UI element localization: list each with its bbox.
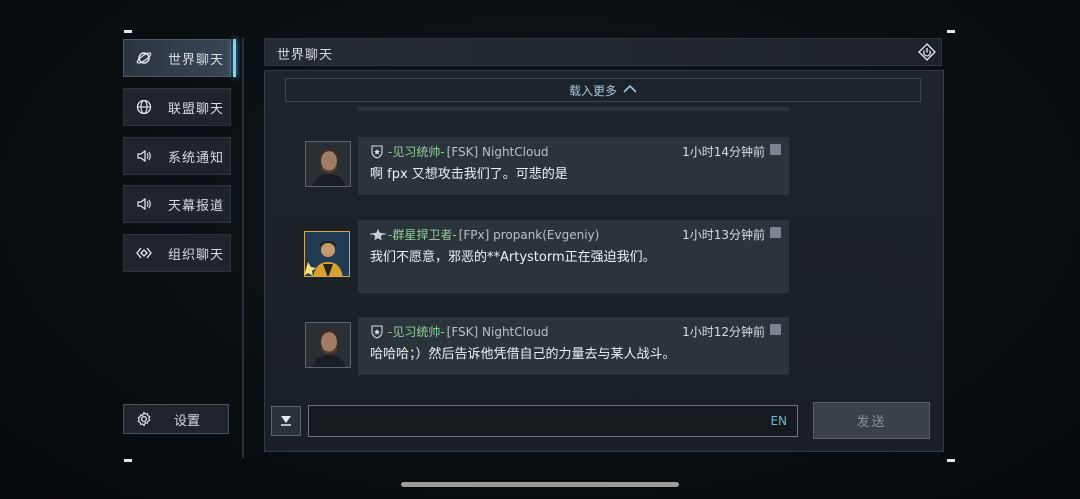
globe-icon: [136, 99, 152, 115]
sidebar-item-world-chat[interactable]: 世界聊天: [123, 39, 236, 77]
message-bubble: -群星捍卫者- [FPx] propank(Evgeniy) 1小时13分钟前 …: [358, 220, 789, 293]
message-sender[interactable]: -见习统帅- [FSK] NightCloud: [370, 143, 549, 160]
send-button[interactable]: 发送: [813, 402, 930, 439]
sender-name: [FSK] NightCloud: [446, 144, 549, 159]
corner-bracket: [124, 459, 132, 462]
avatar[interactable]: [304, 231, 350, 277]
chat-input-field[interactable]: EN: [308, 405, 798, 438]
settings-button[interactable]: 设置: [123, 404, 229, 434]
message-bubble: -见习统帅- [FSK] NightCloud 1小时14分钟前 啊 fpx 又…: [358, 137, 789, 195]
message-time: 1小时13分钟前: [682, 228, 765, 242]
sidebar-item-label: 联盟聊天: [168, 101, 225, 117]
message-sender[interactable]: -见习统帅- [FSK] NightCloud: [370, 323, 549, 340]
translate-icon[interactable]: [770, 324, 781, 335]
sidebar-divider: [242, 38, 244, 458]
message-sender[interactable]: -群星捍卫者- [FPx] propank(Evgeniy): [370, 226, 599, 243]
chevron-up-icon: [623, 83, 637, 97]
avatar[interactable]: [305, 141, 351, 187]
triangle-down-icon: [279, 412, 293, 431]
sender-rank: -见习统帅-: [388, 145, 445, 159]
message-time: 1小时12分钟前: [682, 325, 765, 339]
speaker-icon: [136, 196, 152, 212]
message-text: 哈哈哈；）然后告诉他凭借自己的力量去与某人战斗。: [370, 347, 676, 362]
sender-rank: -群星捍卫者-: [388, 228, 457, 242]
corner-bracket: [947, 459, 955, 462]
speaker-icon: [136, 148, 152, 164]
shield-rank-icon: [370, 144, 384, 159]
sender-name: [FSK] NightCloud: [446, 324, 549, 339]
chat-header: 世界聊天: [264, 38, 942, 66]
planet-icon: [136, 50, 152, 66]
corner-bracket: [124, 30, 132, 33]
sidebar-item-label: 世界聊天: [168, 52, 225, 68]
gear-icon: [136, 411, 152, 427]
sidebar-item-label: 天幕报道: [168, 198, 225, 214]
message-text: 我们不愿意，邪恶的**Artystorm正在强迫我们。: [370, 250, 656, 265]
emoji-dropdown-button[interactable]: [271, 406, 301, 436]
organization-icon: [136, 245, 152, 261]
avatar[interactable]: [305, 322, 351, 368]
sidebar-item-org-chat[interactable]: 组织聊天: [123, 234, 231, 272]
sender-rank: -见习统帅-: [388, 325, 445, 339]
power-icon[interactable]: [917, 42, 937, 62]
message-time: 1小时14分钟前: [682, 145, 765, 159]
sidebar-item-sky-report[interactable]: 天幕报道: [123, 185, 231, 223]
load-more-button[interactable]: 载入更多: [285, 78, 921, 102]
translate-icon[interactable]: [770, 144, 781, 155]
chat-input[interactable]: [309, 406, 759, 438]
sidebar-item-alliance-chat[interactable]: 联盟聊天: [123, 88, 231, 126]
active-indicator: [233, 39, 236, 77]
settings-label: 设置: [174, 413, 201, 429]
load-more-label: 载入更多: [568, 83, 617, 98]
star-rank-icon: [370, 228, 386, 242]
message-text: 啊 fpx 又想攻击我们了。可悲的是: [370, 167, 568, 182]
translate-icon[interactable]: [770, 227, 781, 238]
message-separator: [358, 107, 789, 111]
language-toggle[interactable]: EN: [770, 414, 787, 428]
sidebar-item-label: 组织聊天: [168, 247, 225, 263]
sidebar-item-label: 系统通知: [168, 150, 225, 166]
sidebar-item-system-notice[interactable]: 系统通知: [123, 137, 231, 175]
page-title: 世界聊天: [277, 48, 334, 63]
sender-name: [FPx] propank(Evgeniy): [458, 227, 600, 242]
corner-bracket: [947, 30, 955, 33]
home-indicator[interactable]: [401, 482, 679, 487]
message-bubble: -见习统帅- [FSK] NightCloud 1小时12分钟前 哈哈哈；）然后…: [358, 317, 789, 375]
shield-rank-icon: [370, 324, 384, 339]
